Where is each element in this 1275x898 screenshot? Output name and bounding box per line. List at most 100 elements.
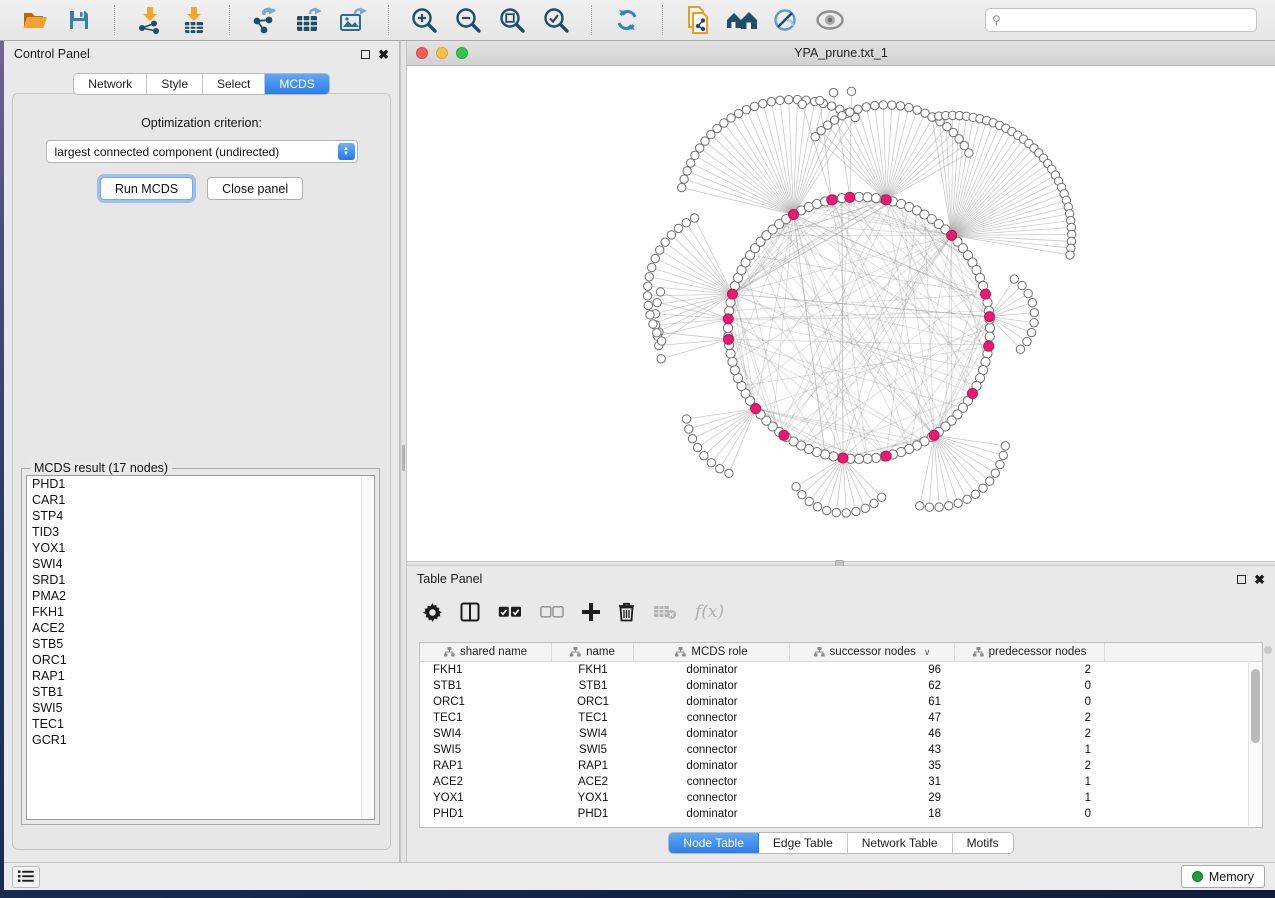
table-row[interactable]: TEC1TEC1connector472 <box>420 710 1262 726</box>
column-header-name[interactable]: name <box>552 643 634 661</box>
table-row[interactable]: PHD1PHD1dominator180 <box>420 806 1262 822</box>
column-header-predecessor-nodes[interactable]: predecessor nodes <box>955 643 1105 661</box>
result-node[interactable]: SWI4 <box>27 556 374 572</box>
mcds-result-list[interactable]: PHD1CAR1STP4TID3YOX1SWI4SRD1PMA2FKH1ACE2… <box>26 475 375 820</box>
result-node[interactable]: CAR1 <box>27 492 374 508</box>
network-graph[interactable] <box>407 66 1275 560</box>
export-table-icon[interactable] <box>292 4 326 36</box>
dominator-node[interactable] <box>838 453 848 463</box>
result-node[interactable]: ACE2 <box>27 620 374 636</box>
network-canvas[interactable] <box>407 66 1275 560</box>
zoom-out-icon[interactable] <box>451 4 485 36</box>
result-node[interactable]: FKH1 <box>27 604 374 620</box>
table-row[interactable]: SWI5SWI5connector431 <box>420 742 1262 758</box>
dominator-node[interactable] <box>981 289 991 299</box>
result-scrollbar[interactable] <box>361 477 373 818</box>
close-panel-button[interactable]: Close panel <box>207 177 303 200</box>
tab-motifs[interactable]: Motifs <box>953 833 1013 853</box>
close-panel-icon[interactable]: ✖ <box>1254 573 1265 586</box>
dominator-node[interactable] <box>881 195 891 205</box>
open-file-icon[interactable] <box>18 4 52 36</box>
delete-table-icon[interactable] <box>653 604 677 620</box>
scrollbar-thumb[interactable] <box>1251 669 1260 743</box>
zoom-fit-icon[interactable] <box>495 4 529 36</box>
result-node[interactable]: SWI5 <box>27 700 374 716</box>
result-node[interactable]: TID3 <box>27 524 374 540</box>
task-history-button[interactable] <box>12 866 40 888</box>
table-cell: STB1 <box>552 680 634 692</box>
dominator-node[interactable] <box>985 312 995 322</box>
zoom-in-icon[interactable] <box>407 4 441 36</box>
dominator-node[interactable] <box>727 289 737 299</box>
dominator-node[interactable] <box>827 195 837 205</box>
result-node[interactable]: STB1 <box>27 684 374 700</box>
float-panel-icon[interactable] <box>361 50 370 59</box>
add-column-icon[interactable] <box>582 603 600 621</box>
show-all-icon[interactable] <box>725 4 759 36</box>
result-node[interactable]: TEC1 <box>27 716 374 732</box>
vertical-splitter[interactable] <box>400 41 407 862</box>
tab-mcds[interactable]: MCDS <box>265 74 328 94</box>
show-graphics-details-icon[interactable] <box>813 4 847 36</box>
result-node[interactable]: SRD1 <box>27 572 374 588</box>
clone-network-icon[interactable] <box>681 4 715 36</box>
dominator-node[interactable] <box>723 314 733 324</box>
dominator-node[interactable] <box>881 451 891 461</box>
hide-selected-icon[interactable] <box>769 4 803 36</box>
dominator-node[interactable] <box>967 389 977 399</box>
export-network-icon[interactable] <box>248 4 282 36</box>
result-node[interactable]: STP4 <box>27 508 374 524</box>
import-table-icon[interactable] <box>177 4 211 36</box>
save-session-icon[interactable] <box>62 4 96 36</box>
memory-button[interactable]: Memory <box>1181 865 1265 888</box>
float-panel-icon[interactable] <box>1237 575 1246 584</box>
dominator-node[interactable] <box>929 430 939 440</box>
table-row[interactable]: SWI4SWI4dominator462 <box>420 726 1262 742</box>
dominator-node[interactable] <box>947 230 957 240</box>
dominator-node[interactable] <box>723 334 733 344</box>
import-network-icon[interactable] <box>133 4 167 36</box>
tab-select[interactable]: Select <box>203 74 265 94</box>
dominator-node[interactable] <box>789 210 799 220</box>
result-node[interactable]: ORC1 <box>27 652 374 668</box>
gear-icon[interactable] <box>423 603 442 622</box>
deselect-all-icon[interactable] <box>540 606 564 618</box>
result-node[interactable]: PMA2 <box>27 588 374 604</box>
table-scrollbar[interactable] <box>1248 663 1261 826</box>
tab-node-table[interactable]: Node Table <box>669 833 759 853</box>
tab-edge-table[interactable]: Edge Table <box>759 833 848 853</box>
tab-network[interactable]: Network <box>74 74 147 94</box>
dominator-node[interactable] <box>984 341 994 351</box>
search-input[interactable] <box>985 8 1257 32</box>
delete-icon[interactable] <box>618 602 635 622</box>
table-row[interactable]: YOX1YOX1connector291 <box>420 790 1262 806</box>
dominator-node[interactable] <box>779 430 789 440</box>
splitter-handle[interactable] <box>402 445 405 471</box>
result-node[interactable]: RAP1 <box>27 668 374 684</box>
column-header-successor-nodes[interactable]: successor nodes∨ <box>790 643 955 661</box>
table-row[interactable]: ACE2ACE2connector311 <box>420 774 1262 790</box>
close-panel-icon[interactable]: ✖ <box>378 48 389 61</box>
column-header-shared-name[interactable]: shared name <box>420 643 552 661</box>
zoom-selected-icon[interactable] <box>539 4 573 36</box>
table-row[interactable]: FKH1FKH1dominator962 <box>420 662 1262 678</box>
table-row[interactable]: STB1STB1dominator620 <box>420 678 1262 694</box>
column-layout-icon[interactable] <box>460 602 480 622</box>
table-row[interactable]: RAP1RAP1dominator352 <box>420 758 1262 774</box>
column-header-MCDS-role[interactable]: MCDS role <box>634 643 790 661</box>
result-node[interactable]: YOX1 <box>27 540 374 556</box>
select-all-icon[interactable] <box>498 606 522 618</box>
optimization-criterion-dropdown[interactable]: largest connected component (undirected)… <box>46 140 358 163</box>
tab-style[interactable]: Style <box>147 74 203 94</box>
result-node[interactable]: PHD1 <box>27 476 374 492</box>
tab-network-table[interactable]: Network Table <box>848 833 953 853</box>
run-mcds-button[interactable]: Run MCDS <box>100 177 193 200</box>
dominator-node[interactable] <box>845 192 855 202</box>
table-row[interactable]: ORC1ORC1dominator610 <box>420 694 1262 710</box>
result-node[interactable]: GCR1 <box>27 732 374 748</box>
dominator-node[interactable] <box>751 404 761 414</box>
control-panel: Control Panel ✖ NetworkStyleSelectMCDS O… <box>4 41 400 862</box>
export-image-icon[interactable] <box>336 4 370 36</box>
result-node[interactable]: STB5 <box>27 636 374 652</box>
refresh-icon[interactable] <box>610 4 644 36</box>
